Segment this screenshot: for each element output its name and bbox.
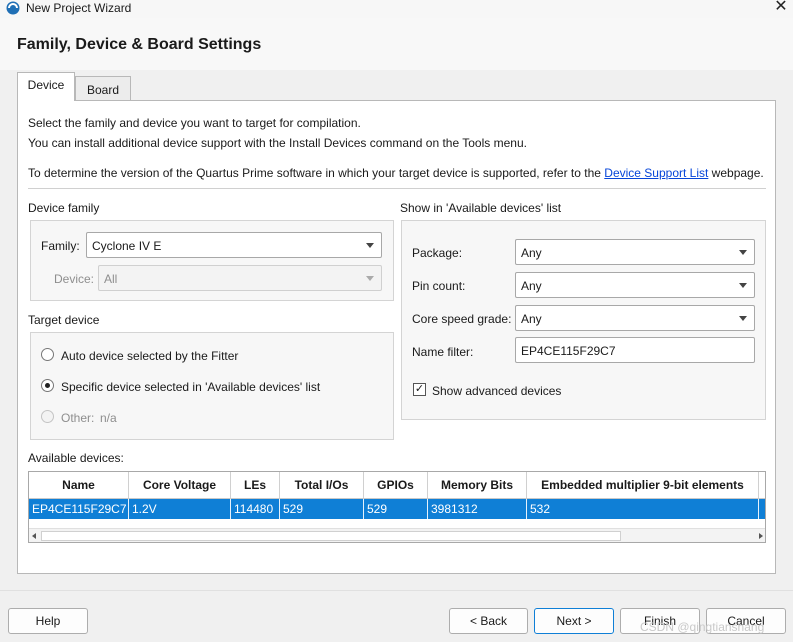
watermark: CSDN @qingtianshang [640, 620, 765, 634]
name-filter-label: Name filter: [412, 345, 474, 359]
speed-grade-value: Any [521, 312, 542, 326]
quartus-app-icon [6, 1, 20, 15]
intro-line-3: To determine the version of the Quartus … [28, 166, 764, 180]
show-in-list-label: Show in 'Available devices' list [400, 201, 562, 215]
scrollbar-thumb[interactable] [41, 531, 621, 541]
auto-device-label[interactable]: Auto device selected by the Fitter [61, 349, 238, 363]
table-row[interactable]: EP4CE115F29C7 1.2V 114480 529 529 398131… [29, 499, 765, 519]
package-value: Any [521, 246, 542, 260]
target-device-group: Auto device selected by the Fitter Speci… [30, 332, 394, 440]
back-button[interactable]: < Back [449, 608, 528, 634]
tab-device[interactable]: Device [17, 72, 75, 101]
show-advanced-label[interactable]: Show advanced devices [432, 384, 561, 398]
intro-line-2: You can install additional device suppor… [28, 136, 527, 150]
cell-gpios: 529 [364, 499, 428, 519]
column-header-overflow [759, 472, 765, 499]
device-support-list-link[interactable]: Device Support List [604, 166, 708, 180]
column-header-name[interactable]: Name [29, 472, 129, 499]
cell-core-voltage: 1.2V [129, 499, 231, 519]
other-device-label: Other: [61, 411, 95, 425]
column-header-memory-bits[interactable]: Memory Bits [428, 472, 527, 499]
speed-grade-dropdown[interactable]: Any [515, 305, 755, 331]
specific-device-label[interactable]: Specific device selected in 'Available d… [61, 380, 320, 394]
column-header-les[interactable]: LEs [231, 472, 280, 499]
wizard-header: Family, Device & Board Settings [0, 18, 793, 70]
available-devices-table[interactable]: Name Core Voltage LEs Total I/Os GPIOs M… [28, 471, 766, 543]
device-family-group: Family: Cyclone IV E Device: All [30, 220, 394, 301]
pin-count-dropdown[interactable]: Any [515, 272, 755, 298]
scroll-right-icon[interactable] [759, 533, 763, 539]
available-devices-label: Available devices: [28, 451, 124, 465]
family-dropdown[interactable]: Cyclone IV E [86, 232, 382, 258]
intro-separator [28, 188, 766, 189]
other-device-radio [41, 410, 54, 423]
title-bar: New Project Wizard ✕ [0, 0, 793, 18]
next-button[interactable]: Next > [534, 608, 614, 634]
column-header-embedded-multiplier[interactable]: Embedded multiplier 9-bit elements [527, 472, 759, 499]
cell-total-ios: 529 [280, 499, 364, 519]
chevron-down-icon [739, 250, 747, 255]
column-header-gpios[interactable]: GPIOs [364, 472, 428, 499]
intro-line-3-suffix: webpage. [708, 166, 764, 180]
device-family-label: Device family [28, 201, 100, 215]
device-dropdown: All [98, 265, 382, 291]
device-label: Device: [54, 272, 95, 286]
chevron-down-icon [739, 316, 747, 321]
cell-les: 114480 [231, 499, 280, 519]
show-in-list-group: Package: Any Pin count: Any Core speed g… [401, 220, 766, 420]
cell-name: EP4CE115F29C7 [29, 499, 129, 519]
family-value: Cyclone IV E [92, 239, 162, 253]
chevron-down-icon [366, 243, 374, 248]
other-device-value: n/a [100, 411, 117, 425]
tab-board[interactable]: Board [75, 76, 131, 100]
speed-grade-label: Core speed grade: [412, 312, 512, 326]
chevron-down-icon [366, 276, 374, 281]
window-title: New Project Wizard [26, 1, 132, 15]
column-header-total-ios[interactable]: Total I/Os [280, 472, 364, 499]
cell-embedded-multiplier: 532 [527, 499, 759, 519]
horizontal-scrollbar[interactable] [29, 528, 765, 542]
close-icon[interactable]: ✕ [770, 0, 792, 17]
show-advanced-checkbox[interactable]: ✓ [413, 383, 426, 396]
page-title: Family, Device & Board Settings [17, 36, 262, 53]
scroll-left-icon[interactable] [32, 533, 36, 539]
specific-device-radio[interactable] [41, 379, 54, 392]
cell-memory-bits: 3981312 [428, 499, 527, 519]
pin-count-label: Pin count: [412, 279, 466, 293]
footer-separator [0, 590, 793, 591]
device-value: All [104, 272, 118, 286]
intro-line-3-prefix: To determine the version of the Quartus … [28, 166, 605, 180]
target-device-label: Target device [28, 313, 100, 327]
name-filter-value: EP4CE115F29C7 [521, 344, 616, 358]
pin-count-value: Any [521, 279, 542, 293]
package-dropdown[interactable]: Any [515, 239, 755, 265]
auto-device-radio[interactable] [41, 348, 54, 361]
name-filter-input[interactable]: EP4CE115F29C7 [515, 337, 755, 363]
intro-line-1: Select the family and device you want to… [28, 116, 361, 130]
chevron-down-icon [739, 283, 747, 288]
column-header-core-voltage[interactable]: Core Voltage [129, 472, 231, 499]
family-label: Family: [41, 239, 80, 253]
package-label: Package: [412, 246, 463, 260]
help-button[interactable]: Help [8, 608, 88, 634]
